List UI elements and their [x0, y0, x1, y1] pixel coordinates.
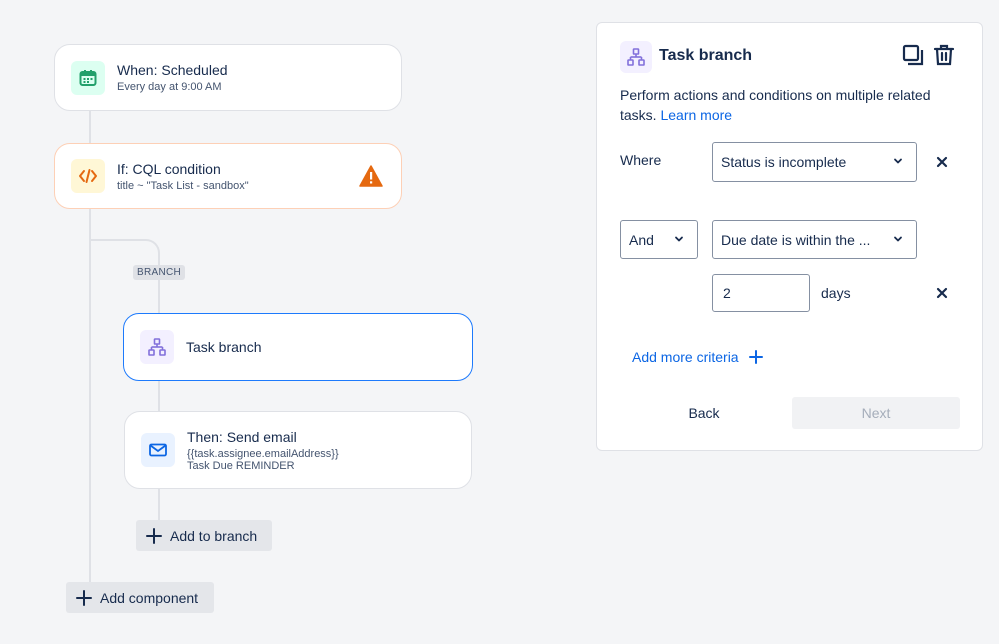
- due-date-select[interactable]: Due date is within the ...: [712, 220, 917, 259]
- panel-description: Perform actions and conditions on multip…: [620, 85, 960, 125]
- add-more-criteria-label: Add more criteria: [632, 349, 739, 365]
- remove-criteria-icon[interactable]: [935, 155, 949, 174]
- hierarchy-icon: [140, 330, 174, 364]
- back-button[interactable]: Back: [631, 397, 777, 429]
- chevron-down-icon: [892, 232, 904, 248]
- code-icon: [71, 159, 105, 193]
- add-to-branch-button[interactable]: Add to branch: [136, 520, 272, 551]
- remove-criteria-icon[interactable]: [935, 286, 949, 305]
- send-email-recipient: {{task.assignee.emailAddress}}: [187, 447, 339, 460]
- operator-select-value: And: [629, 231, 654, 248]
- config-panel: Task branch Perform actions and conditio…: [596, 22, 983, 451]
- warning-icon: [359, 165, 383, 192]
- duplicate-icon[interactable]: [901, 43, 925, 72]
- days-input[interactable]: [712, 274, 810, 312]
- branch-lozenge: BRANCH: [133, 265, 186, 280]
- days-label: days: [821, 285, 851, 301]
- task-branch-card[interactable]: Task branch: [123, 313, 473, 381]
- trash-icon[interactable]: [932, 43, 956, 72]
- due-date-select-value: Due date is within the ...: [721, 231, 871, 248]
- panel-title: Task branch: [659, 47, 753, 64]
- status-select[interactable]: Status is incomplete: [712, 142, 917, 182]
- calendar-icon: [71, 60, 105, 95]
- operator-select[interactable]: And: [620, 220, 698, 259]
- condition-subtitle: title ~ "Task List - sandbox": [117, 179, 249, 192]
- status-select-value: Status is incomplete: [721, 154, 847, 170]
- add-component-label: Add component: [100, 589, 199, 606]
- next-button[interactable]: Next: [792, 397, 960, 429]
- trigger-title: When: Scheduled: [117, 62, 228, 78]
- add-component-button[interactable]: Add component: [66, 582, 214, 613]
- send-email-card[interactable]: Then: Send email {{task.assignee.emailAd…: [124, 411, 472, 489]
- mail-icon: [141, 433, 175, 467]
- plus-icon: [76, 589, 92, 606]
- hierarchy-icon: [620, 41, 652, 73]
- trigger-subtitle: Every day at 9:00 AM: [117, 81, 222, 93]
- trigger-card[interactable]: When: Scheduled Every day at 9:00 AM: [54, 44, 402, 111]
- send-email-title: Then: Send email: [187, 428, 297, 445]
- send-email-subject: Task Due REMINDER: [187, 459, 295, 472]
- task-branch-title: Task branch: [186, 339, 262, 355]
- condition-title: If: CQL condition: [117, 160, 221, 177]
- add-more-criteria-button[interactable]: Add more criteria: [632, 349, 763, 365]
- condition-card[interactable]: If: CQL condition title ~ "Task List - s…: [54, 143, 402, 209]
- where-label: Where: [620, 152, 662, 168]
- plus-icon: [146, 527, 162, 544]
- add-to-branch-label: Add to branch: [170, 527, 258, 544]
- chevron-down-icon: [892, 154, 904, 170]
- chevron-down-icon: [673, 232, 685, 248]
- learn-more-link[interactable]: Learn more: [660, 107, 732, 123]
- plus-icon: [748, 350, 763, 364]
